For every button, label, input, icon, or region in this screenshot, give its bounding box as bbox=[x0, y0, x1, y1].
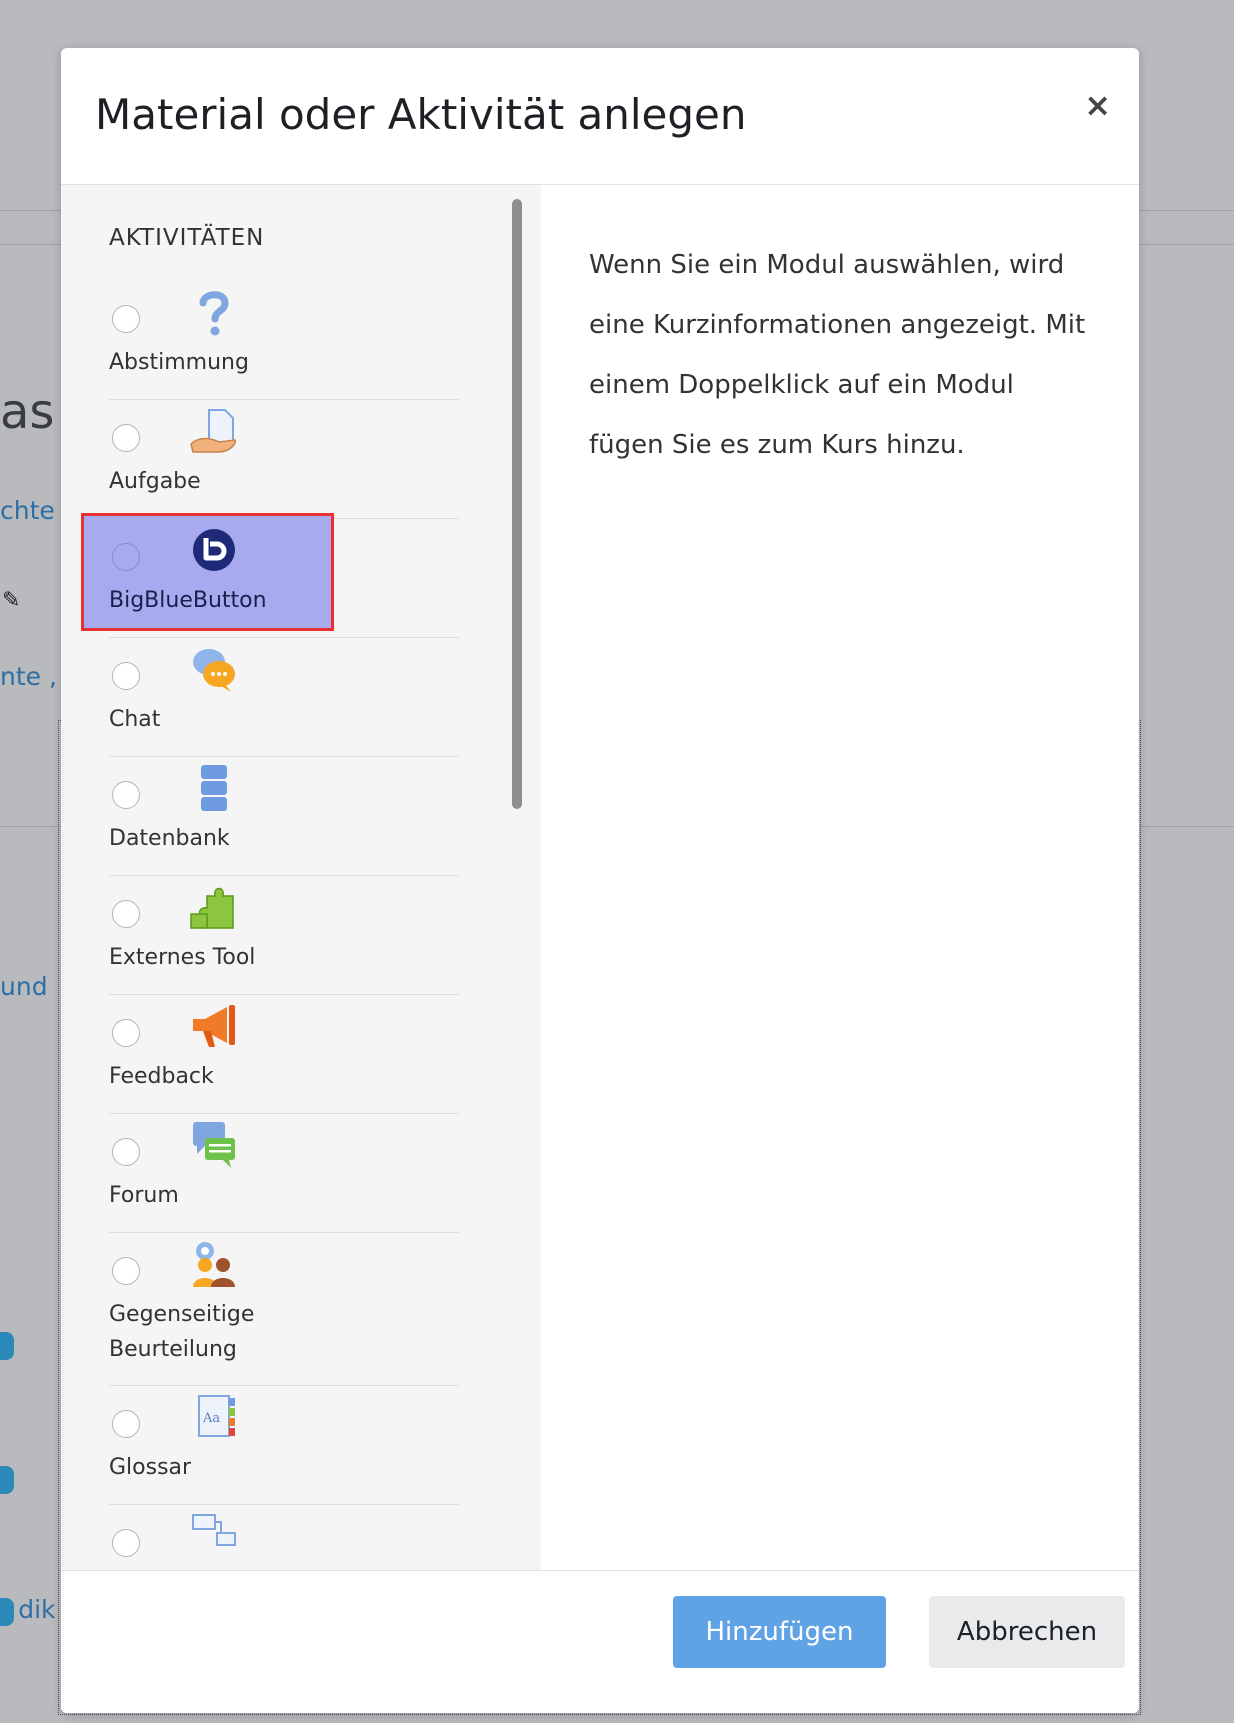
module-item-lektion[interactable] bbox=[109, 1505, 459, 1570]
bg-page-heading: as bbox=[0, 384, 55, 440]
module-item-datenbank[interactable]: Datenbank bbox=[109, 757, 459, 876]
dialog-footer: Hinzufügen Abbrechen bbox=[61, 1570, 1139, 1713]
module-label: Externes Tool bbox=[109, 945, 256, 970]
module-list-panel[interactable]: AKTIVITÄTEN Abstimmung Aufgabe BigBlueBu… bbox=[61, 185, 541, 1570]
database-icon bbox=[201, 765, 227, 811]
svg-text:Aa: Aa bbox=[202, 1411, 220, 1426]
module-radio[interactable] bbox=[112, 900, 140, 928]
assignment-icon bbox=[190, 409, 237, 453]
module-radio[interactable] bbox=[112, 424, 140, 452]
module-item-glossar[interactable]: Aa Glossar bbox=[109, 1386, 459, 1505]
module-list: Abstimmung Aufgabe BigBlueButton Chat Da… bbox=[81, 281, 459, 1570]
bg-toggle bbox=[0, 1332, 14, 1360]
glossary-icon: Aa bbox=[198, 1395, 235, 1437]
module-label: Feedback bbox=[109, 1064, 214, 1089]
module-radio[interactable] bbox=[112, 1019, 140, 1047]
workshop-icon bbox=[193, 1242, 235, 1287]
module-item-gegenseitige-beurteilung[interactable]: Gegenseitige Beurteilung bbox=[109, 1233, 459, 1386]
module-item-externes-tool[interactable]: Externes Tool bbox=[109, 876, 459, 995]
close-icon[interactable]: × bbox=[1084, 86, 1111, 124]
module-item-aufgabe[interactable]: Aufgabe bbox=[109, 400, 459, 519]
activity-chooser-dialog: Material oder Aktivität anlegen × AKTIVI… bbox=[61, 48, 1139, 1713]
forum-icon bbox=[193, 1122, 235, 1168]
megaphone-icon bbox=[193, 1005, 235, 1047]
bg-link: chte bbox=[0, 496, 55, 525]
module-item-forum[interactable]: Forum bbox=[109, 1114, 459, 1233]
module-item-feedback[interactable]: Feedback bbox=[109, 995, 459, 1114]
bg-toggle bbox=[0, 1598, 14, 1626]
chat-icon bbox=[193, 649, 235, 692]
question-icon bbox=[199, 291, 229, 336]
module-radio[interactable] bbox=[112, 1138, 140, 1166]
module-item-abstimmung[interactable]: Abstimmung bbox=[109, 281, 459, 400]
module-label: Datenbank bbox=[109, 826, 230, 851]
module-radio[interactable] bbox=[112, 662, 140, 690]
module-radio[interactable] bbox=[112, 1257, 140, 1285]
module-label: Aufgabe bbox=[109, 469, 201, 494]
module-item-chat[interactable]: Chat bbox=[109, 638, 459, 757]
add-button[interactable]: Hinzufügen bbox=[673, 1596, 886, 1668]
module-label: Chat bbox=[109, 707, 161, 732]
bigbluebutton-icon bbox=[193, 529, 235, 571]
module-label: Glossar bbox=[109, 1455, 192, 1480]
module-label: Forum bbox=[109, 1183, 179, 1208]
module-label: Gegenseitige Beurteilung bbox=[109, 1302, 255, 1362]
module-radio[interactable] bbox=[112, 781, 140, 809]
module-radio[interactable] bbox=[112, 543, 140, 571]
dialog-title: Material oder Aktivität anlegen bbox=[95, 90, 747, 139]
module-label: Abstimmung bbox=[109, 350, 249, 375]
module-label: BigBlueButton bbox=[109, 588, 267, 613]
bg-toggle bbox=[0, 1466, 14, 1494]
puzzle-icon bbox=[190, 887, 234, 929]
module-info-panel: Wenn Sie ein Modul auswählen, wird eine … bbox=[541, 185, 1139, 1570]
dialog-header: Material oder Aktivität anlegen × bbox=[61, 48, 1139, 185]
bg-pencil-icon: ✎ bbox=[2, 588, 21, 613]
bg-link: nte , bbox=[0, 662, 57, 691]
section-label-activities: AKTIVITÄTEN bbox=[109, 225, 265, 251]
module-item-bigbluebutton[interactable]: BigBlueButton bbox=[81, 513, 459, 638]
module-radio[interactable] bbox=[112, 1529, 140, 1557]
lesson-icon bbox=[192, 1514, 236, 1546]
bg-link: und bbox=[0, 972, 48, 1001]
module-radio[interactable] bbox=[112, 305, 140, 333]
cancel-button[interactable]: Abbrechen bbox=[929, 1596, 1125, 1668]
help-text: Wenn Sie ein Modul auswählen, wird eine … bbox=[589, 250, 1086, 460]
module-list-scrollbar[interactable] bbox=[512, 199, 522, 809]
module-radio[interactable] bbox=[112, 1410, 140, 1438]
